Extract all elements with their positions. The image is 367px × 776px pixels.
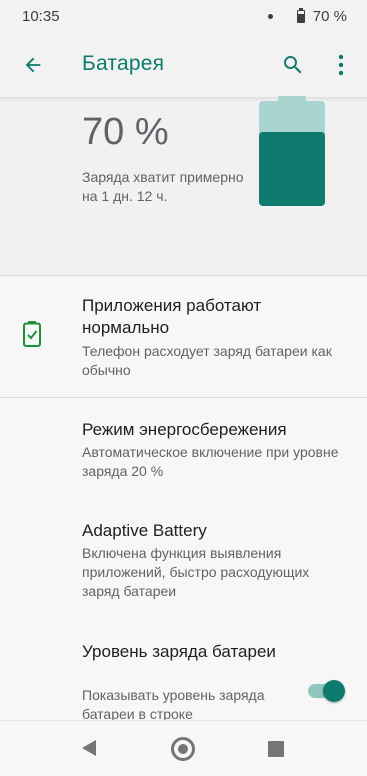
- battery-fill: [259, 132, 325, 206]
- status-battery-fill: [297, 14, 304, 22]
- app-status-title: Приложения работают нормально: [82, 296, 262, 337]
- nav-home-icon[interactable]: [171, 737, 195, 761]
- status-time: 10:35: [22, 8, 60, 25]
- arrow-back-icon: [25, 57, 41, 73]
- navigation-bar: [0, 720, 367, 776]
- page-title: Батарея: [82, 52, 165, 75]
- notification-dot-icon: [267, 14, 273, 19]
- adaptive-battery-title: Adaptive Battery: [82, 521, 207, 540]
- battery-settings-screen: 10:35 70 % Батарея 70 % Заряда хватит пр…: [0, 0, 367, 776]
- divider: [0, 275, 367, 276]
- battery-level-graphic: [259, 96, 325, 206]
- battery-estimate: Заряда хватит примерно на 1 дн. 12 ч.: [82, 169, 244, 204]
- status-battery-text: 70 %: [312, 8, 347, 25]
- more-options-button[interactable]: [329, 51, 353, 79]
- divider: [0, 397, 367, 398]
- more-vert-icon: [338, 54, 344, 76]
- nav-back-icon[interactable]: [82, 740, 96, 756]
- status-battery-icon: [296, 8, 305, 23]
- status-bar: 10:35 70 %: [0, 0, 367, 33]
- toggle-thumb: [323, 680, 345, 702]
- search-icon: [284, 56, 302, 74]
- adaptive-battery-summary: Включена функция выявления приложений, б…: [82, 545, 310, 599]
- power-saver-title: Режим энергосбережения: [82, 420, 287, 439]
- status-indicators: 70 %: [267, 8, 347, 25]
- back-button[interactable]: [19, 51, 47, 79]
- battery-percentage-title: Уровень заряда батареи: [82, 642, 276, 661]
- battery-percent: 70 %: [82, 111, 169, 153]
- search-button[interactable]: [279, 51, 307, 79]
- battery-check-icon: [23, 321, 41, 347]
- nav-home-inner: [178, 744, 188, 754]
- app-status-summary: Телефон расходует заряд батареи как обыч…: [82, 343, 332, 378]
- nav-recents-icon[interactable]: [268, 741, 284, 757]
- battery-percentage-summary: Показывать уровень заряда батареи в стро…: [82, 687, 265, 722]
- battery-percentage-toggle[interactable]: [308, 680, 346, 702]
- app-bar: Батарея: [0, 33, 367, 97]
- power-saver-summary: Автоматическое включение при уровне заря…: [82, 444, 339, 479]
